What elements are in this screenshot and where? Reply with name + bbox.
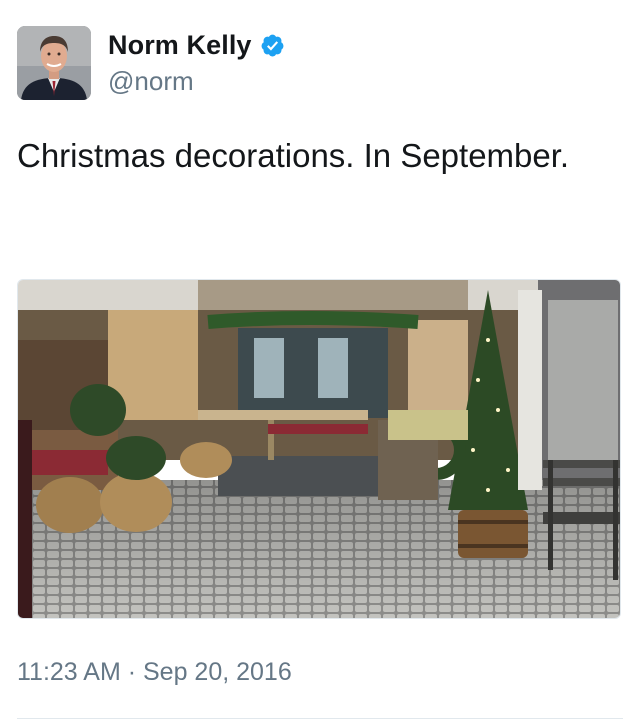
divider <box>17 718 623 719</box>
profile-photo <box>17 26 91 100</box>
name-row: Norm Kelly <box>108 28 285 62</box>
author-display-name[interactable]: Norm Kelly <box>108 30 252 61</box>
author-handle[interactable]: @norm <box>108 66 285 97</box>
store-christmas-display-photo <box>18 280 620 618</box>
tweet-card: Norm Kelly @norm Christmas decorations. … <box>0 0 640 725</box>
avatar[interactable] <box>17 26 91 100</box>
author-names: Norm Kelly @norm <box>108 28 285 97</box>
tweet-timestamp[interactable]: 11:23 AM · Sep 20, 2016 <box>17 658 292 687</box>
tweet-text: Christmas decorations. In September. <box>17 137 570 174</box>
tweet-header: Norm Kelly @norm <box>17 26 285 102</box>
tweet-photo[interactable] <box>17 279 621 619</box>
verified-badge-icon <box>260 33 285 58</box>
